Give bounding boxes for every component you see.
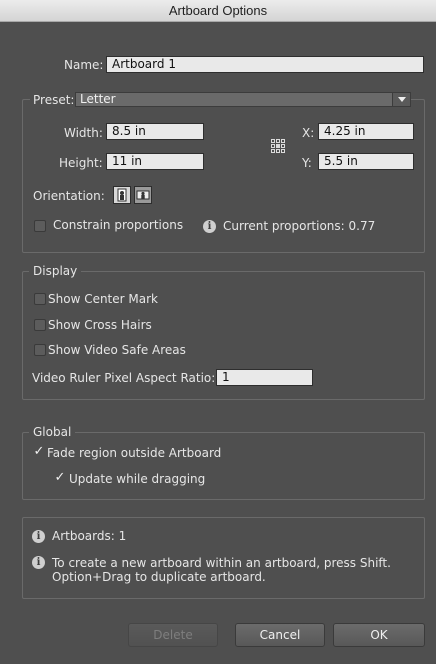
- window-title: Artboard Options: [0, 0, 436, 22]
- x-input[interactable]: 4.25 in: [318, 123, 414, 140]
- orientation-label: Orientation:: [33, 189, 105, 203]
- global-legend: Global: [29, 425, 76, 439]
- chevron-down-icon[interactable]: [392, 93, 410, 106]
- portrait-orientation-button[interactable]: [113, 186, 131, 204]
- preset-label: Preset:: [30, 93, 78, 107]
- height-label: Height:: [59, 156, 103, 170]
- landscape-orientation-button[interactable]: [134, 186, 152, 204]
- show-video-safe-areas-checkbox[interactable]: [34, 344, 46, 356]
- ok-button[interactable]: OK: [333, 623, 425, 647]
- y-input[interactable]: 5.5 in: [318, 153, 414, 170]
- artboards-count: Artboards: 1: [52, 529, 127, 543]
- preset-dropdown[interactable]: Letter: [75, 92, 411, 107]
- x-label: X:: [302, 126, 315, 140]
- tip-line-2: Option+Drag to duplicate artboard.: [52, 570, 266, 584]
- global-group: [22, 432, 425, 500]
- height-input[interactable]: 11 in: [106, 153, 204, 170]
- width-label: Width:: [64, 126, 103, 140]
- preset-value: Letter: [80, 92, 116, 106]
- constrain-proportions-checkbox[interactable]: [34, 220, 46, 232]
- info-icon: i: [32, 530, 45, 543]
- checkmark-icon[interactable]: ✓: [33, 445, 45, 458]
- show-center-mark-checkbox[interactable]: [34, 293, 46, 305]
- show-center-mark-label: Show Center Mark: [48, 292, 158, 306]
- info-icon: i: [203, 220, 216, 233]
- checkmark-icon[interactable]: ✓: [54, 471, 66, 484]
- show-video-safe-areas-label: Show Video Safe Areas: [48, 343, 186, 357]
- width-input[interactable]: 8.5 in: [106, 123, 204, 140]
- constrain-proportions-label: Constrain proportions: [53, 218, 184, 232]
- tip-line-1: To create a new artboard within an artbo…: [52, 556, 391, 570]
- landscape-icon: [136, 190, 150, 200]
- update-while-dragging-label: Update while dragging: [69, 472, 206, 486]
- show-cross-hairs-label: Show Cross Hairs: [48, 318, 152, 332]
- portrait-icon: [117, 188, 127, 202]
- display-legend: Display: [29, 264, 82, 278]
- fade-region-label: Fade region outside Artboard: [47, 446, 222, 460]
- info-icon: i: [32, 556, 45, 569]
- delete-button[interactable]: Delete: [128, 623, 218, 647]
- name-label: Name:: [64, 58, 104, 72]
- video-ratio-label: Video Ruler Pixel Aspect Ratio:: [32, 371, 216, 385]
- name-input[interactable]: Artboard 1: [106, 56, 424, 73]
- show-cross-hairs-checkbox[interactable]: [34, 319, 46, 331]
- cancel-button[interactable]: Cancel: [235, 623, 325, 647]
- current-proportions-label: Current proportions: 0.77: [223, 219, 376, 233]
- video-ratio-input[interactable]: 1: [216, 369, 313, 386]
- reference-point-icon[interactable]: [271, 139, 285, 153]
- y-label: Y:: [302, 156, 312, 170]
